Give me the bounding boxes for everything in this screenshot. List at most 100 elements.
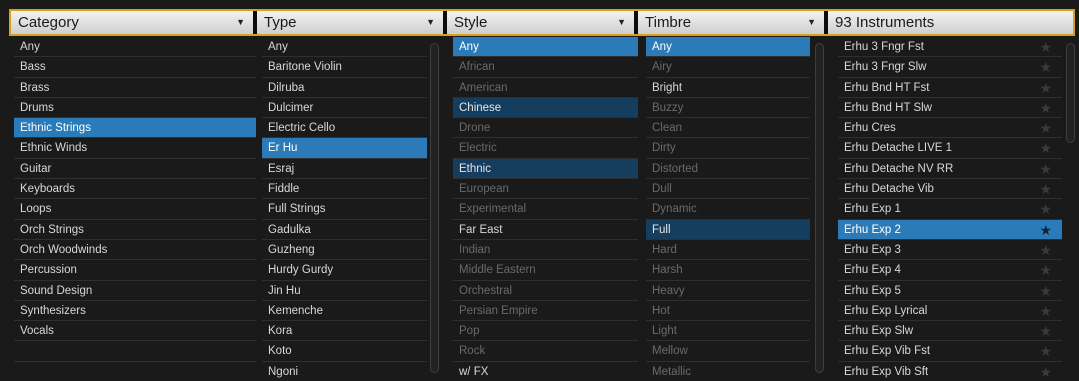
type-item[interactable]: Dilruba (262, 78, 427, 98)
style-item[interactable]: African (453, 57, 638, 78)
star-icon[interactable]: ★ (1039, 321, 1052, 341)
timbre-item[interactable]: Mellow (646, 341, 810, 362)
star-icon[interactable]: ★ (1039, 57, 1052, 77)
type-scrollbar[interactable] (430, 43, 439, 373)
timbre-item[interactable]: Dull (646, 179, 810, 200)
style-item[interactable]: w/ FX (453, 362, 638, 381)
instrument-item[interactable]: Erhu Bnd HT Fst ★ (838, 78, 1062, 98)
timbre-dropdown[interactable]: Timbre ▼ (638, 11, 824, 34)
category-item[interactable]: Orch Woodwinds (14, 240, 256, 261)
category-item[interactable]: Any (14, 37, 256, 58)
star-icon[interactable]: ★ (1039, 220, 1052, 240)
star-icon[interactable]: ★ (1039, 98, 1052, 118)
type-item[interactable]: Koto (262, 341, 427, 362)
style-item[interactable]: Drone (453, 118, 638, 139)
style-item[interactable]: Persian Empire (453, 301, 638, 322)
timbre-item[interactable]: Full (646, 219, 810, 240)
instrument-item[interactable]: Erhu Exp 2 ★ (838, 219, 1062, 240)
instrument-scrollbar[interactable] (1066, 43, 1075, 143)
timbre-item[interactable]: Hard (646, 240, 810, 261)
category-item[interactable] (14, 362, 256, 381)
type-item[interactable]: Baritone Violin (262, 57, 427, 78)
category-item[interactable]: Bass (14, 57, 256, 78)
timbre-item[interactable]: Clean (646, 118, 810, 139)
instrument-item[interactable]: Erhu Detache NV RR ★ (838, 159, 1062, 180)
style-item[interactable]: Ethnic (453, 158, 638, 180)
type-item[interactable]: Kemenche (262, 301, 427, 322)
instrument-item[interactable]: Erhu Detache LIVE 1 ★ (838, 138, 1062, 159)
category-item[interactable]: Sound Design (14, 281, 256, 301)
style-dropdown[interactable]: Style ▼ (447, 11, 634, 34)
type-item[interactable]: Full Strings (262, 199, 427, 220)
category-item[interactable]: Synthesizers (14, 301, 256, 322)
star-icon[interactable]: ★ (1039, 37, 1052, 57)
type-item[interactable]: Hurdy Gurdy (262, 260, 427, 281)
timbre-item[interactable]: Dirty (646, 138, 810, 159)
star-icon[interactable]: ★ (1039, 199, 1052, 219)
star-icon[interactable]: ★ (1039, 260, 1052, 280)
category-item[interactable]: Ethnic Winds (14, 138, 256, 159)
timbre-item[interactable]: Heavy (646, 281, 810, 301)
star-icon[interactable]: ★ (1039, 341, 1052, 361)
style-item[interactable]: Middle Eastern (453, 260, 638, 281)
timbre-item[interactable]: Buzzy (646, 98, 810, 119)
timbre-item[interactable]: Distorted (646, 159, 810, 180)
instrument-item[interactable]: Erhu Cres ★ (838, 118, 1062, 139)
style-item[interactable]: Chinese (453, 97, 638, 119)
category-item[interactable]: Loops (14, 199, 256, 220)
type-item[interactable]: Er Hu (262, 138, 427, 159)
timbre-item[interactable]: Bright (646, 78, 810, 98)
instrument-item[interactable]: Erhu Exp 1 ★ (838, 199, 1062, 220)
instrument-item[interactable]: Erhu Exp 5 ★ (838, 281, 1062, 301)
category-item[interactable] (14, 341, 256, 362)
category-item[interactable]: Orch Strings (14, 220, 256, 240)
instrument-item[interactable]: Erhu Exp 4 ★ (838, 260, 1062, 281)
type-item[interactable]: Any (262, 37, 427, 58)
category-item[interactable]: Vocals (14, 321, 256, 342)
timbre-scrollbar[interactable] (815, 43, 824, 373)
style-item[interactable]: Pop (453, 321, 638, 342)
star-icon[interactable]: ★ (1039, 362, 1052, 381)
category-item[interactable]: Keyboards (14, 179, 256, 200)
category-item[interactable]: Percussion (14, 260, 256, 281)
category-dropdown[interactable]: Category ▼ (11, 11, 253, 34)
instrument-item[interactable]: Erhu Bnd HT Slw ★ (838, 98, 1062, 119)
star-icon[interactable]: ★ (1039, 138, 1052, 158)
star-icon[interactable]: ★ (1039, 159, 1052, 179)
type-item[interactable]: Ngoni (262, 362, 427, 381)
type-dropdown[interactable]: Type ▼ (257, 11, 443, 34)
style-item[interactable]: American (453, 78, 638, 98)
style-item[interactable]: Electric (453, 138, 638, 159)
type-item[interactable]: Esraj (262, 159, 427, 180)
timbre-item[interactable]: Light (646, 321, 810, 342)
instrument-item[interactable]: Erhu 3 Fngr Slw ★ (838, 57, 1062, 78)
style-item[interactable]: Orchestral (453, 281, 638, 301)
timbre-item[interactable]: Dynamic (646, 199, 810, 220)
star-icon[interactable]: ★ (1039, 240, 1052, 260)
category-item[interactable]: Guitar (14, 159, 256, 180)
style-item[interactable]: Indian (453, 240, 638, 261)
style-item[interactable]: Far East (453, 220, 638, 240)
instrument-item[interactable]: Erhu Detache Vib ★ (838, 179, 1062, 200)
type-item[interactable]: Gadulka (262, 220, 427, 240)
instrument-item[interactable]: Erhu Exp Lyrical ★ (838, 301, 1062, 322)
type-item[interactable]: Guzheng (262, 240, 427, 261)
type-item[interactable]: Kora (262, 321, 427, 342)
style-item[interactable]: Experimental (453, 199, 638, 220)
star-icon[interactable]: ★ (1039, 281, 1052, 301)
instrument-item[interactable]: Erhu Exp Vib Sft ★ (838, 362, 1062, 381)
type-item[interactable]: Fiddle (262, 179, 427, 200)
category-item[interactable]: Drums (14, 98, 256, 119)
style-item[interactable]: Rock (453, 341, 638, 362)
type-item[interactable]: Jin Hu (262, 281, 427, 301)
star-icon[interactable]: ★ (1039, 301, 1052, 321)
timbre-item[interactable]: Any (646, 37, 810, 58)
category-item[interactable]: Ethnic Strings (14, 118, 256, 139)
category-item[interactable]: Brass (14, 78, 256, 98)
instrument-item[interactable]: Erhu Exp Slw ★ (838, 321, 1062, 342)
instrument-item[interactable]: Erhu Exp Vib Fst ★ (838, 341, 1062, 362)
star-icon[interactable]: ★ (1039, 78, 1052, 98)
type-item[interactable]: Electric Cello (262, 118, 427, 139)
timbre-item[interactable]: Hot (646, 301, 810, 322)
timbre-item[interactable]: Airy (646, 57, 810, 78)
